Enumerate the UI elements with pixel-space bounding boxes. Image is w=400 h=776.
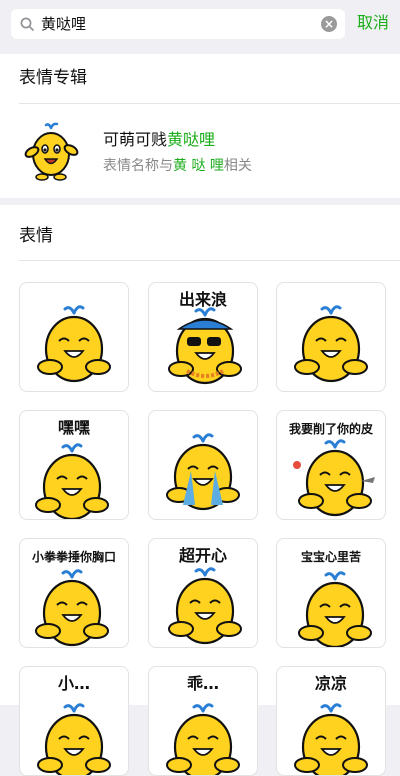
album-desc-highlight: 黄 哒 哩 xyxy=(173,158,224,174)
album-name: 可萌可贱黄哒哩 xyxy=(103,129,215,151)
sticker-item[interactable]: 宝宝心里苦 xyxy=(276,538,386,648)
album-thumbnail xyxy=(24,122,79,181)
albums-section-title: 表情专辑 xyxy=(19,68,87,88)
sticker-item[interactable]: 小拳拳捶你胸口 xyxy=(19,538,129,648)
sticker-caption: 宝宝心里苦 xyxy=(301,549,361,564)
album-desc-suffix: 相关 xyxy=(223,158,252,174)
album-name-prefix: 可萌可贱 xyxy=(103,130,168,149)
sticker-image: 凉凉 xyxy=(294,674,368,775)
album-item[interactable]: 可萌可贱黄哒哩 表情名称与黄 哒 哩相关 xyxy=(0,104,400,198)
sticker-image: 超开心 xyxy=(168,546,242,645)
search-input[interactable]: 黄哒哩 × xyxy=(11,9,345,39)
sticker-image: 嘿嘿 xyxy=(35,418,109,519)
album-description: 表情名称与黄 哒 哩相关 xyxy=(103,156,252,176)
search-query-text[interactable]: 黄哒哩 xyxy=(41,15,86,33)
stickers-section: 表情 出来浪嘿嘿 我要削了你的皮小拳拳捶你胸口 超开心 宝宝心里苦小… 乖… 凉凉 xyxy=(0,205,400,776)
sticker-caption: 凉凉 xyxy=(315,674,347,693)
sticker-image xyxy=(294,305,368,383)
sticker-item[interactable] xyxy=(276,282,386,392)
cancel-button[interactable]: 取消 xyxy=(357,13,389,33)
album-name-highlight: 黄哒哩 xyxy=(167,130,216,149)
sticker-caption: 超开心 xyxy=(178,546,227,565)
sticker-caption: 嘿嘿 xyxy=(58,418,90,437)
sticker-image xyxy=(37,305,111,383)
sticker-image: 小拳拳捶你胸口 xyxy=(32,549,116,647)
sticker-item[interactable]: 嘿嘿 xyxy=(19,410,129,520)
sticker-caption: 小拳拳捶你胸口 xyxy=(32,549,116,564)
sticker-item[interactable] xyxy=(19,282,129,392)
sticker-albums-section: 表情专辑 可萌可贱黄哒哩 表情名称与黄 哒 哩相关 xyxy=(0,54,400,198)
sticker-image: 我要削了你的皮 xyxy=(289,421,375,517)
sticker-image: 出来浪 xyxy=(168,290,242,385)
sticker-caption: 小… xyxy=(58,674,90,693)
sticker-image: 乖… xyxy=(166,674,240,775)
sticker-image: 宝宝心里苦 xyxy=(298,549,372,647)
sticker-item[interactable]: 乖… xyxy=(148,666,258,776)
sticker-item[interactable]: 超开心 xyxy=(148,538,258,648)
clear-icon[interactable]: × xyxy=(321,16,337,32)
search-icon xyxy=(20,17,34,31)
sticker-caption: 出来浪 xyxy=(179,290,227,309)
search-bar: 黄哒哩 × 取消 xyxy=(0,0,400,48)
divider xyxy=(19,260,400,261)
sticker-item[interactable]: 凉凉 xyxy=(276,666,386,776)
sticker-item[interactable]: 我要削了你的皮 xyxy=(276,410,386,520)
sticker-image: 小… xyxy=(37,674,111,775)
album-desc-prefix: 表情名称与 xyxy=(103,158,173,174)
sticker-caption: 我要削了你的皮 xyxy=(289,421,373,436)
sticker-item[interactable] xyxy=(148,410,258,520)
stickers-section-title: 表情 xyxy=(19,226,53,246)
sticker-item[interactable]: 小… xyxy=(19,666,129,776)
sticker-image xyxy=(166,433,240,511)
sticker-caption: 乖… xyxy=(187,674,219,693)
sticker-item[interactable]: 出来浪 xyxy=(148,282,258,392)
